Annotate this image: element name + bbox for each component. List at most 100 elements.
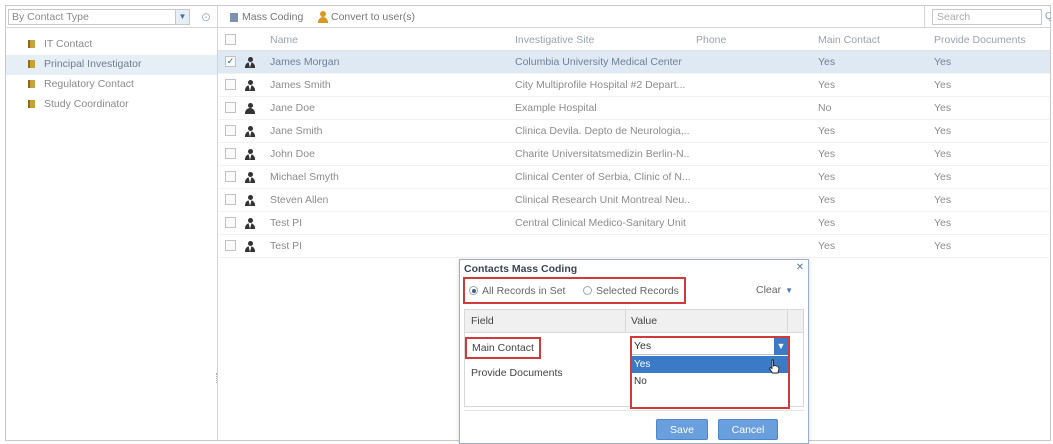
cell-main-contact: Yes (818, 194, 836, 206)
row-checkbox[interactable] (225, 97, 241, 120)
person-icon (245, 149, 255, 161)
sidebar-item-contact-type[interactable]: IT Contact (6, 35, 217, 55)
column-header-name[interactable]: Name (270, 29, 510, 51)
search-icon[interactable]: Q (1045, 10, 1051, 24)
cell-main-contact: Yes (818, 79, 836, 91)
convert-to-users-label: Convert to user(s) (331, 11, 416, 23)
save-button[interactable]: Save (656, 419, 708, 440)
cancel-button[interactable]: Cancel (718, 419, 778, 440)
close-icon[interactable]: ✕ (795, 263, 805, 273)
contact-type-icon (28, 60, 35, 68)
column-divider (625, 310, 626, 333)
chevron-down-icon: ▼ (785, 286, 794, 295)
cell-site: Clinical Center of Serbia, Clinic of N..… (515, 171, 690, 183)
contact-type-list: IT Contact Principal Investigator Regulato… (6, 35, 217, 115)
checkbox-box (225, 125, 236, 136)
cell-name: Jane Doe (270, 102, 315, 114)
sidebar-item-label: Principal Investigator (44, 58, 142, 70)
row-checkbox[interactable] (225, 212, 241, 235)
table-row[interactable]: Michael Smyth Clinical Center of Serbia, … (218, 166, 1050, 189)
table-row[interactable]: John Doe Charite Universitatsmedizin Berl… (218, 143, 1050, 166)
cell-provide-documents: Yes (934, 240, 952, 252)
row-checkbox[interactable] (225, 120, 241, 143)
cell-provide-documents: Yes (934, 171, 952, 183)
value-select-box[interactable]: Yes ▼ (632, 338, 788, 355)
column-header-site[interactable]: Investigative Site (515, 29, 690, 51)
sidebar-item-contact-type[interactable]: Regulatory Contact (6, 75, 217, 95)
contact-type-filter-bar: By Contact Type ▼ ⊙ (6, 6, 218, 28)
mass-coding-button[interactable]: Mass Coding (228, 9, 303, 25)
search-input[interactable] (932, 9, 1042, 25)
checkbox-box (225, 148, 236, 159)
all-records-radio[interactable]: All Records in Set (469, 285, 565, 297)
table-row[interactable]: Jane Doe Example Hospital No Yes (218, 97, 1050, 120)
select-all-checkbox[interactable] (225, 29, 241, 51)
clear-label: Clear (756, 284, 782, 296)
dialog-footer-divider (464, 410, 804, 411)
cell-name: James Morgan (270, 56, 340, 68)
cell-site: Charite Universitatsmedizin Berlin-N... (515, 148, 690, 160)
cell-provide-documents: Yes (934, 217, 952, 229)
person-icon (245, 218, 255, 230)
sidebar-item-label: Study Coordinator (44, 98, 129, 110)
column-divider (787, 310, 788, 333)
column-header-provide-documents[interactable]: Provide Documents (934, 29, 1046, 51)
contact-type-panel: By Contact Type ▼ ⊙ IT Contact Principal … (6, 6, 218, 440)
row-checkbox[interactable]: ✓ (225, 51, 241, 74)
option-no[interactable]: No (632, 373, 788, 390)
row-checkbox[interactable] (225, 189, 241, 212)
column-header-phone[interactable]: Phone (696, 29, 806, 51)
row-checkbox[interactable] (225, 74, 241, 97)
chevron-down-icon[interactable]: ▼ (175, 10, 189, 24)
chevron-down-icon[interactable]: ▼ (774, 338, 788, 355)
value-select-current: Yes (634, 340, 652, 352)
cell-site: Columbia University Medical Center (515, 56, 682, 68)
person-icon (245, 235, 259, 262)
row-checkbox[interactable] (225, 235, 241, 258)
field-label-provide-documents: Provide Documents (471, 367, 563, 379)
mass-coding-icon (230, 13, 238, 22)
value-select-dropdown[interactable]: Yes ▼ Yes No (630, 336, 790, 409)
contacts-grid: Name Investigative Site Phone Main Conta… (218, 29, 1050, 258)
option-yes[interactable]: Yes (632, 356, 788, 373)
field-column-header: Field (471, 315, 494, 327)
sidebar-item-contact-type[interactable]: Principal Investigator (6, 55, 217, 75)
field-grid-header: Field Value (465, 310, 803, 333)
cell-provide-documents: Yes (934, 148, 952, 160)
cell-provide-documents: Yes (934, 79, 952, 91)
row-checkbox[interactable] (225, 166, 241, 189)
cell-name: Michael Smyth (270, 171, 339, 183)
table-row[interactable]: ✓ James Morgan Columbia University Medical… (218, 51, 1050, 74)
table-row[interactable]: Test PI Yes Yes (218, 235, 1050, 258)
cell-main-contact: No (818, 102, 832, 114)
cell-site: Example Hospital (515, 102, 597, 114)
checkbox-box (225, 240, 236, 251)
table-row[interactable]: Steven Allen Clinical Research Unit Montr… (218, 189, 1050, 212)
person-icon (245, 103, 255, 115)
toolbar-divider (924, 6, 925, 28)
checkbox-box (225, 79, 236, 90)
cell-provide-documents: Yes (934, 125, 952, 137)
sidebar-item-label: Regulatory Contact (44, 78, 134, 90)
refresh-icon[interactable]: ⊙ (199, 10, 213, 24)
table-row[interactable]: Jane Smith Clinica Devila. Depto de Neuro… (218, 120, 1050, 143)
cell-name: Test PI (270, 217, 303, 229)
contact-type-select-value: By Contact Type (12, 11, 89, 23)
column-header-main-contact[interactable]: Main Contact (818, 29, 928, 51)
mass-coding-dialog: Contacts Mass Coding ✕ All Records in Se… (459, 259, 809, 444)
cell-site: Clinica Devila. Depto de Neurologia,... (515, 125, 690, 137)
user-icon (318, 11, 328, 23)
contact-type-select[interactable]: By Contact Type ▼ (8, 9, 190, 25)
table-row[interactable]: Test PI Central Clinical Medico-Sanitary … (218, 212, 1050, 235)
sidebar-item-contact-type[interactable]: Study Coordinator (6, 95, 217, 115)
table-row[interactable]: James Smith City Multiprofile Hospital #2… (218, 74, 1050, 97)
row-checkbox[interactable] (225, 143, 241, 166)
clear-dropdown[interactable]: Clear ▼ (756, 284, 793, 296)
grid-header: Name Investigative Site Phone Main Conta… (218, 29, 1050, 51)
panel-splitter[interactable] (216, 373, 218, 383)
dialog-title: Contacts Mass Coding (464, 263, 578, 275)
cell-provide-documents: Yes (934, 102, 952, 114)
convert-to-users-button[interactable]: Convert to user(s) (316, 9, 415, 25)
person-icon (245, 126, 255, 138)
selected-records-radio[interactable]: Selected Records (583, 285, 679, 297)
